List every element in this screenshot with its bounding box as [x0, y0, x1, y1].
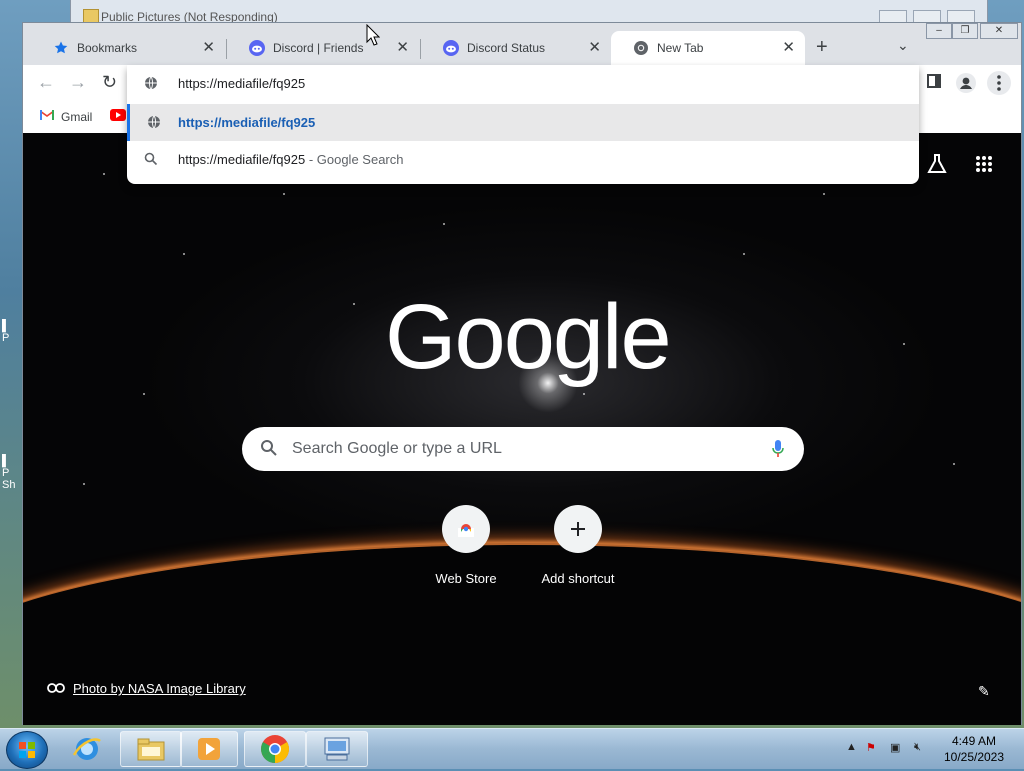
restore-button[interactable]: ❐ [952, 23, 978, 39]
discord-icon [249, 40, 265, 56]
side-panel-icon[interactable] [927, 74, 941, 91]
internet-explorer-icon[interactable] [70, 733, 104, 768]
bookmark-gmail[interactable]: Gmail [39, 109, 92, 124]
gmail-icon [39, 109, 55, 124]
search-box[interactable]: Search Google or type a URL [242, 427, 804, 471]
customize-pencil-icon[interactable]: ✎ [978, 683, 990, 700]
chrome-icon [633, 40, 649, 56]
google-logo: Google [385, 286, 672, 388]
desktop-icon-fragment[interactable]: ▌ P [2, 320, 22, 360]
address-bar[interactable]: https://mediafile/fq925 [127, 65, 919, 101]
photo-credit-link[interactable]: Photo by NASA Image Library [73, 681, 246, 696]
suggestion-text: https://mediafile/fq925 - Google Search [178, 152, 403, 167]
folder-icon [83, 9, 99, 23]
microphone-icon[interactable] [772, 440, 784, 457]
close-tab-icon[interactable]: ✕ [202, 40, 215, 56]
shortcut-web-store[interactable]: Web Store [411, 505, 521, 586]
omnibox-suggestion-url[interactable]: https://mediafile/fq925 [127, 104, 919, 141]
volume-muted-icon[interactable]: 🔇︎ [914, 741, 921, 754]
plus-icon [554, 505, 602, 553]
minimize-button[interactable]: – [926, 23, 952, 39]
google-apps-icon[interactable] [975, 155, 993, 176]
chrome-taskbar-icon[interactable] [244, 731, 306, 767]
tab-label: Bookmarks [77, 41, 138, 55]
suggestion-query: https://mediafile/fq925 [178, 152, 306, 167]
shortcut-label: Add shortcut [541, 571, 615, 586]
forward-icon[interactable]: → [69, 73, 87, 91]
start-button[interactable] [6, 731, 48, 769]
clock-time: 4:49 AM [951, 734, 997, 748]
taskbar: ▲ ⚑ ▣ 🔇︎ 4:49 AM 10/25/2023 [0, 728, 1024, 769]
back-icon[interactable]: ← [37, 73, 55, 91]
close-window-button[interactable]: ✕ [980, 23, 1018, 39]
desktop-icon-fragment[interactable]: ▌ P Sh [2, 455, 22, 495]
omnibox-suggestion-search[interactable]: https://mediafile/fq925 - Google Search [127, 141, 919, 178]
tab-label: New Tab [657, 41, 704, 55]
tab-label: Discord Status [467, 41, 546, 55]
close-tab-icon[interactable]: ✕ [396, 40, 409, 56]
media-player-icon[interactable] [180, 731, 238, 767]
search-placeholder: Search Google or type a URL [292, 440, 502, 457]
link-icon [47, 681, 65, 696]
tab-strip: Bookmarks ✕ Discord | Friends ✕ Discord … [23, 23, 1021, 65]
action-center-flag-icon[interactable]: ⚑ [866, 741, 876, 754]
tab-search-chevron-icon[interactable]: ⌄ [897, 37, 909, 54]
earth-horizon [23, 543, 1021, 725]
suggestion-text: https://mediafile/fq925 [178, 115, 316, 130]
labs-flask-icon[interactable] [926, 153, 948, 178]
tab-discord-friends[interactable]: Discord | Friends ✕ [227, 31, 419, 65]
globe-icon [147, 115, 161, 132]
clock-date: 10/25/2023 [943, 750, 1005, 764]
bookmark-youtube[interactable] [110, 109, 126, 124]
show-hidden-icons-icon[interactable]: ▲ [846, 741, 857, 753]
remote-desktop-icon[interactable] [306, 731, 368, 767]
search-icon [144, 152, 158, 169]
webstore-icon [442, 505, 490, 553]
youtube-icon [110, 109, 126, 124]
globe-icon [144, 76, 158, 93]
search-icon [260, 439, 278, 460]
system-clock[interactable]: 4:49 AM 10/25/2023 [936, 733, 1012, 765]
close-tab-icon[interactable]: ✕ [588, 40, 601, 56]
tab-new-tab[interactable]: New Tab ✕ [611, 31, 805, 65]
suggestion-suffix: - Google Search [305, 152, 404, 167]
tab-bookmarks[interactable]: Bookmarks ✕ [31, 31, 225, 65]
menu-kebab-icon[interactable] [987, 71, 1011, 98]
omnibox-dropdown: https://mediafile/fq925 https://mediafil… [127, 65, 919, 184]
shortcut-add[interactable]: Add shortcut [523, 505, 633, 586]
reload-icon[interactable]: ↻ [102, 73, 117, 91]
file-explorer-icon[interactable] [120, 731, 182, 767]
shortcut-label: Web Store [435, 571, 497, 586]
bookmark-label: Gmail [61, 109, 93, 124]
profile-avatar-icon[interactable] [956, 73, 976, 96]
address-input-value[interactable]: https://mediafile/fq925 [178, 76, 305, 91]
star-icon [53, 40, 69, 56]
close-tab-icon[interactable]: ✕ [782, 40, 795, 56]
tab-discord-status[interactable]: Discord Status ✕ [421, 31, 611, 65]
new-tab-page: Google Search Google or type a URL Web S… [23, 133, 1021, 725]
new-tab-button[interactable]: + [816, 37, 828, 57]
mouse-cursor-icon [366, 23, 381, 49]
photo-credit[interactable]: Photo by NASA Image Library [47, 681, 246, 696]
chrome-window: Bookmarks ✕ Discord | Friends ✕ Discord … [22, 22, 1022, 725]
discord-icon [443, 40, 459, 56]
tab-label: Discord | Friends [273, 41, 364, 55]
network-icon[interactable]: ▣ [890, 741, 900, 754]
